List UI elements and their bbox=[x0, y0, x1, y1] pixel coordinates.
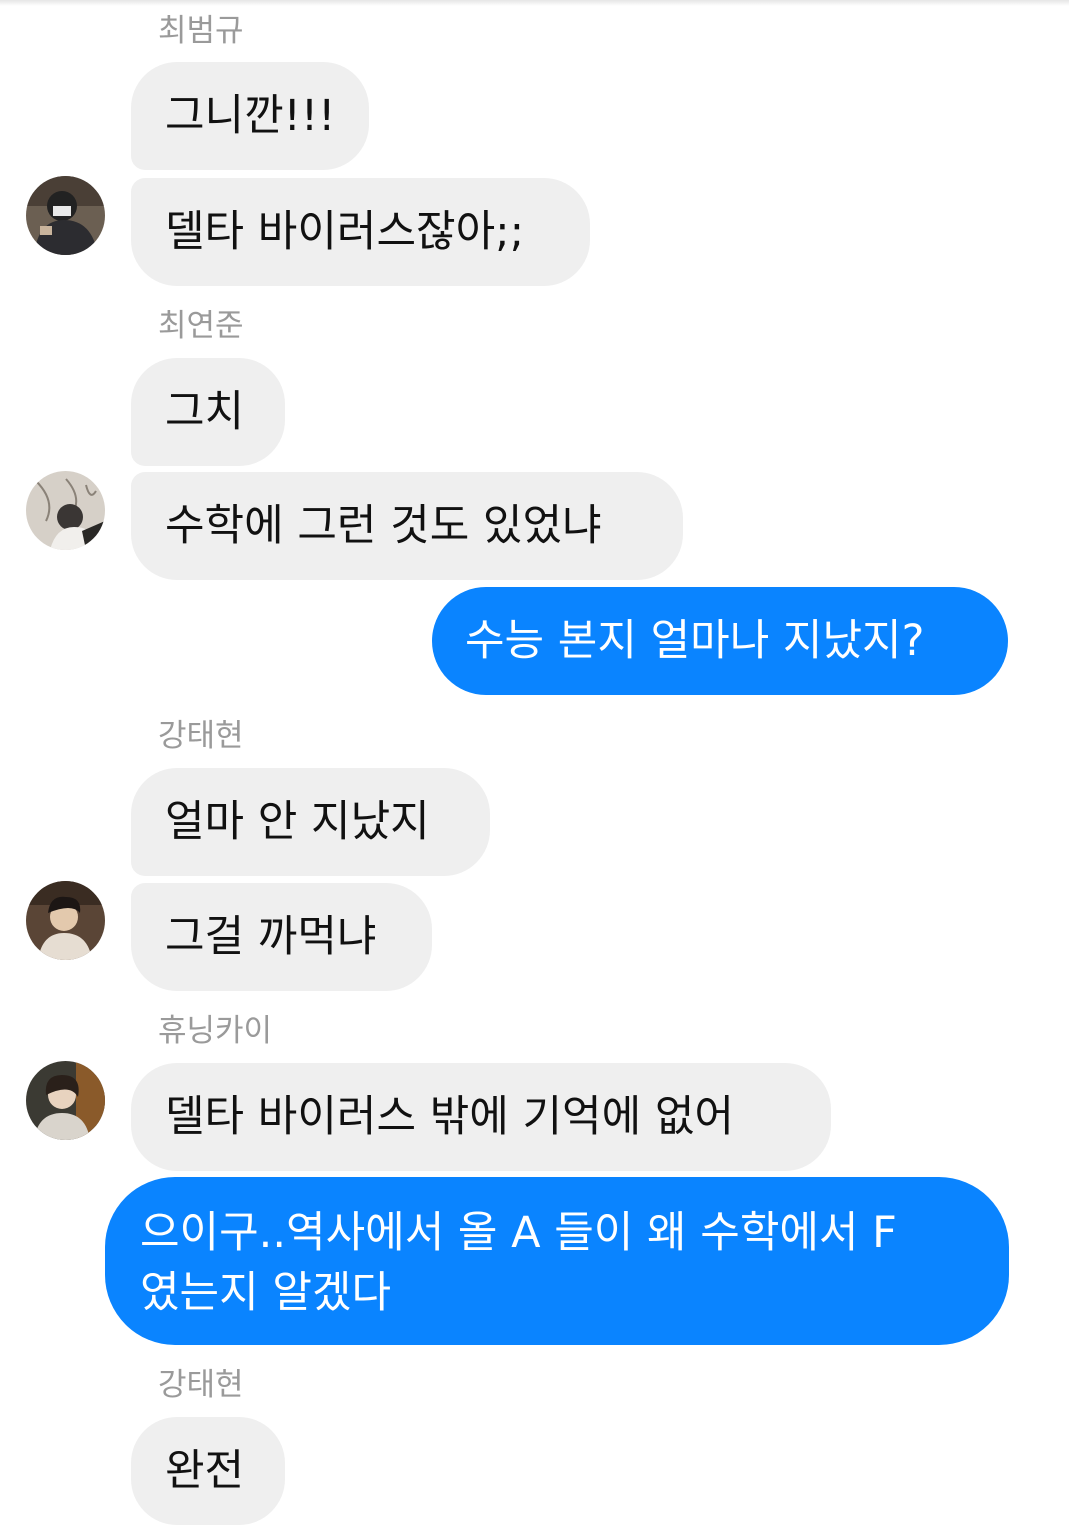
top-divider bbox=[0, 0, 1069, 6]
message-bubble-incoming[interactable]: 그걸 까먹냐 bbox=[131, 883, 432, 991]
message-bubble-outgoing[interactable]: 으이구..역사에서 올 A 들이 왜 수학에서 F 였는지 알겠다 bbox=[105, 1177, 1009, 1345]
user-avatar-icon[interactable] bbox=[26, 471, 105, 550]
message-bubble-incoming[interactable]: 얼마 안 지났지 bbox=[131, 768, 490, 876]
message-bubble-incoming[interactable]: 델타 바이러스 밖에 기억에 없어 bbox=[131, 1063, 831, 1171]
user-avatar-icon[interactable] bbox=[26, 881, 105, 960]
sender-name: 최범규 bbox=[158, 13, 244, 49]
sender-name: 휴닝카이 bbox=[158, 1013, 273, 1049]
sender-name: 강태현 bbox=[158, 1367, 244, 1403]
user-avatar-icon[interactable] bbox=[26, 1061, 105, 1140]
message-bubble-incoming[interactable]: 델타 바이러스잖아;; bbox=[131, 178, 590, 286]
sender-name: 최연준 bbox=[158, 308, 244, 344]
message-line: 였는지 알겠다 bbox=[140, 1268, 392, 1318]
message-line: 으이구..역사에서 올 A 들이 왜 수학에서 F bbox=[140, 1208, 897, 1258]
sender-name: 강태현 bbox=[158, 718, 244, 754]
message-bubble-incoming[interactable]: 그니깐!!! bbox=[131, 62, 369, 170]
user-avatar-icon[interactable] bbox=[26, 176, 105, 255]
message-bubble-incoming[interactable]: 그치 bbox=[131, 358, 285, 466]
message-bubble-incoming[interactable]: 완전 bbox=[131, 1417, 285, 1525]
message-bubble-outgoing[interactable]: 수능 본지 얼마나 지났지? bbox=[432, 587, 1008, 695]
message-bubble-incoming[interactable]: 수학에 그런 것도 있었냐 bbox=[131, 472, 683, 580]
